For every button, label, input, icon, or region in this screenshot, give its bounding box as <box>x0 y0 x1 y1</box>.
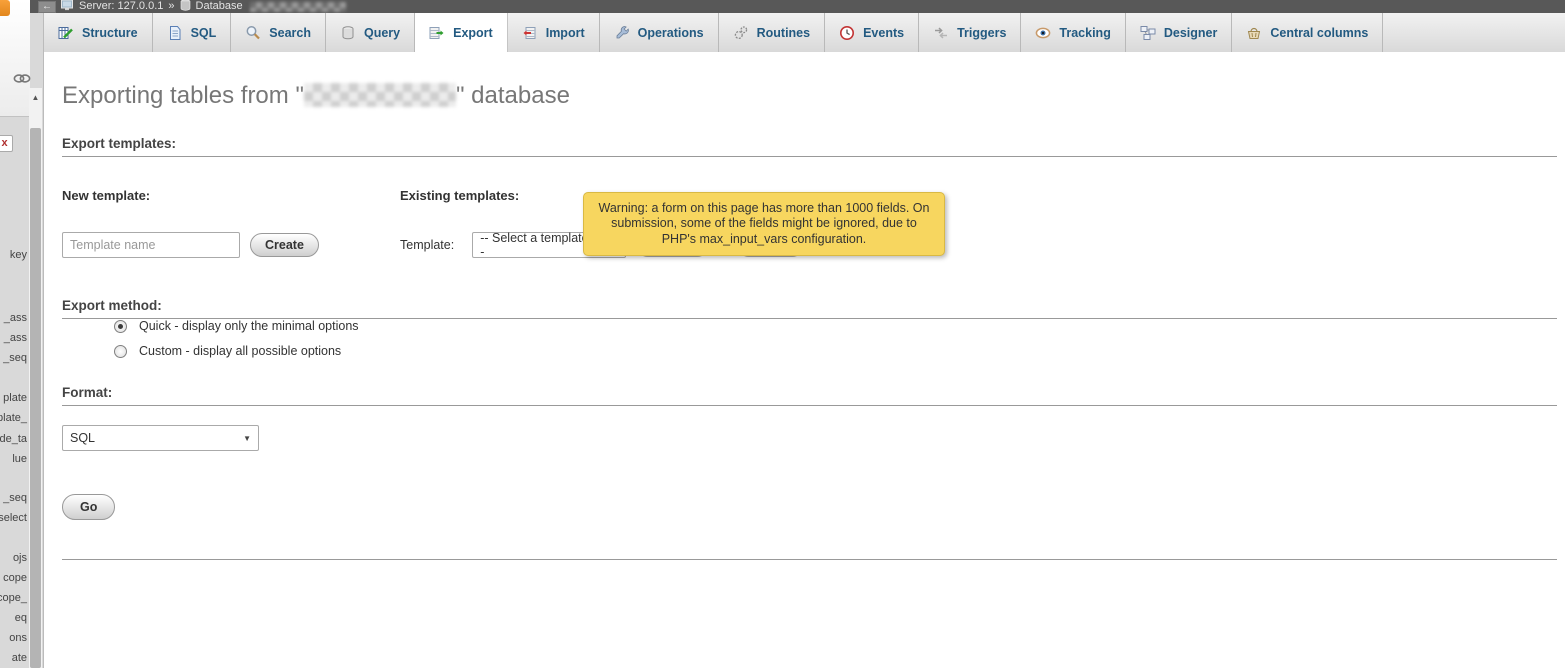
breadcrumb-separator: » <box>168 0 174 13</box>
custom-radio[interactable] <box>114 345 127 358</box>
max-input-vars-warning: Warning: a form on this page has more th… <box>583 192 945 256</box>
breadcrumb-database[interactable]: Database <box>196 0 243 13</box>
tracking-icon <box>1035 25 1051 41</box>
scrollbar-up-arrow[interactable]: ▲ <box>29 90 42 106</box>
tab-sql[interactable]: SQL <box>153 13 232 52</box>
sidebar-item[interactable]: key <box>10 249 27 261</box>
page-title: Exporting tables from "" database <box>62 82 1557 110</box>
bottom-divider <box>62 559 1557 560</box>
sidebar-table-list: key _ass _ass _seq plate plate_ de_ta lu… <box>0 0 29 668</box>
tab-export[interactable]: Export <box>415 13 508 52</box>
scrollbar-thumb[interactable] <box>30 128 41 668</box>
sql-icon <box>167 25 183 41</box>
quick-radio[interactable] <box>114 320 127 333</box>
operations-icon <box>614 25 630 41</box>
template-select-label: Template: <box>400 238 454 252</box>
sidebar-item[interactable]: ate <box>12 652 27 664</box>
tab-designer[interactable]: Designer <box>1126 13 1233 52</box>
tab-routines[interactable]: Routines <box>719 13 825 52</box>
query-icon <box>340 25 356 41</box>
events-icon <box>839 25 855 41</box>
tab-central-columns[interactable]: Central columns <box>1232 13 1383 52</box>
sidebar-item[interactable]: plate_ <box>0 412 27 424</box>
existing-templates-label: Existing templates: <box>400 188 1557 203</box>
import-icon <box>522 25 538 41</box>
export-icon <box>429 25 445 41</box>
structure-icon <box>58 25 74 41</box>
sidebar-item[interactable]: plate <box>3 392 27 404</box>
search-icon <box>245 25 261 41</box>
sidebar-item[interactable]: _seq <box>3 352 27 364</box>
routines-icon <box>733 25 749 41</box>
sidebar-item[interactable]: _ass <box>4 312 27 324</box>
sidebar-item[interactable]: ons <box>9 632 27 644</box>
sidebar-item[interactable]: eq <box>15 612 27 624</box>
tab-import[interactable]: Import <box>508 13 600 52</box>
sidebar-item[interactable]: cope_ <box>0 592 27 604</box>
sidebar-item[interactable]: select <box>0 512 27 524</box>
custom-export-option: Custom - display all possible options <box>114 344 1557 358</box>
tab-query[interactable]: Query <box>326 13 415 52</box>
new-template-column: New template: Create <box>62 188 400 258</box>
tab-structure[interactable]: Structure <box>44 13 153 52</box>
export-page: Exporting tables from "" database Export… <box>44 52 1565 668</box>
template-name-input[interactable] <box>62 232 240 258</box>
sidebar-item[interactable]: ojs <box>13 552 27 564</box>
export-method-heading: Export method: <box>62 298 1557 319</box>
custom-radio-label[interactable]: Custom - display all possible options <box>139 344 341 358</box>
go-button[interactable]: Go <box>62 494 115 520</box>
database-tabs: Structure SQL Search Query Export Import… <box>44 13 1565 52</box>
sidebar-item[interactable]: _seq <box>3 492 27 504</box>
format-select[interactable]: SQL ▼ <box>62 425 259 451</box>
tab-operations[interactable]: Operations <box>600 13 719 52</box>
tab-events[interactable]: Events <box>825 13 919 52</box>
create-template-button[interactable]: Create <box>250 233 319 257</box>
navigation-sidebar: x key _ass _ass _seq plate plate_ de_ta … <box>0 0 44 668</box>
sidebar-item[interactable]: cope <box>3 572 27 584</box>
quick-radio-label[interactable]: Quick - display only the minimal options <box>139 319 359 333</box>
back-button[interactable]: ← <box>38 1 56 13</box>
sidebar-item[interactable]: _ass <box>4 332 27 344</box>
existing-templates-column: Existing templates: Template: -- Select … <box>400 188 1557 258</box>
breadcrumb-bar: ← Server: 127.0.0.1 » Database <box>30 0 1565 13</box>
export-templates-heading: Export templates: <box>62 136 1557 157</box>
breadcrumb-server[interactable]: Server: 127.0.0.1 <box>79 0 163 13</box>
new-template-label: New template: <box>62 188 400 203</box>
format-heading: Format: <box>62 385 1557 406</box>
sidebar-item[interactable]: de_ta <box>0 433 27 445</box>
sidebar-item[interactable]: lue <box>12 453 27 465</box>
triggers-icon <box>933 25 949 41</box>
redacted-database-name <box>304 83 456 107</box>
tab-tracking[interactable]: Tracking <box>1021 13 1125 52</box>
redacted-database-name <box>250 2 346 12</box>
tab-search[interactable]: Search <box>231 13 326 52</box>
chevron-down-icon: ▼ <box>243 434 251 443</box>
designer-icon <box>1140 25 1156 41</box>
central-columns-icon <box>1246 25 1262 41</box>
tab-triggers[interactable]: Triggers <box>919 13 1021 52</box>
quick-export-option: Quick - display only the minimal options <box>114 319 1557 333</box>
